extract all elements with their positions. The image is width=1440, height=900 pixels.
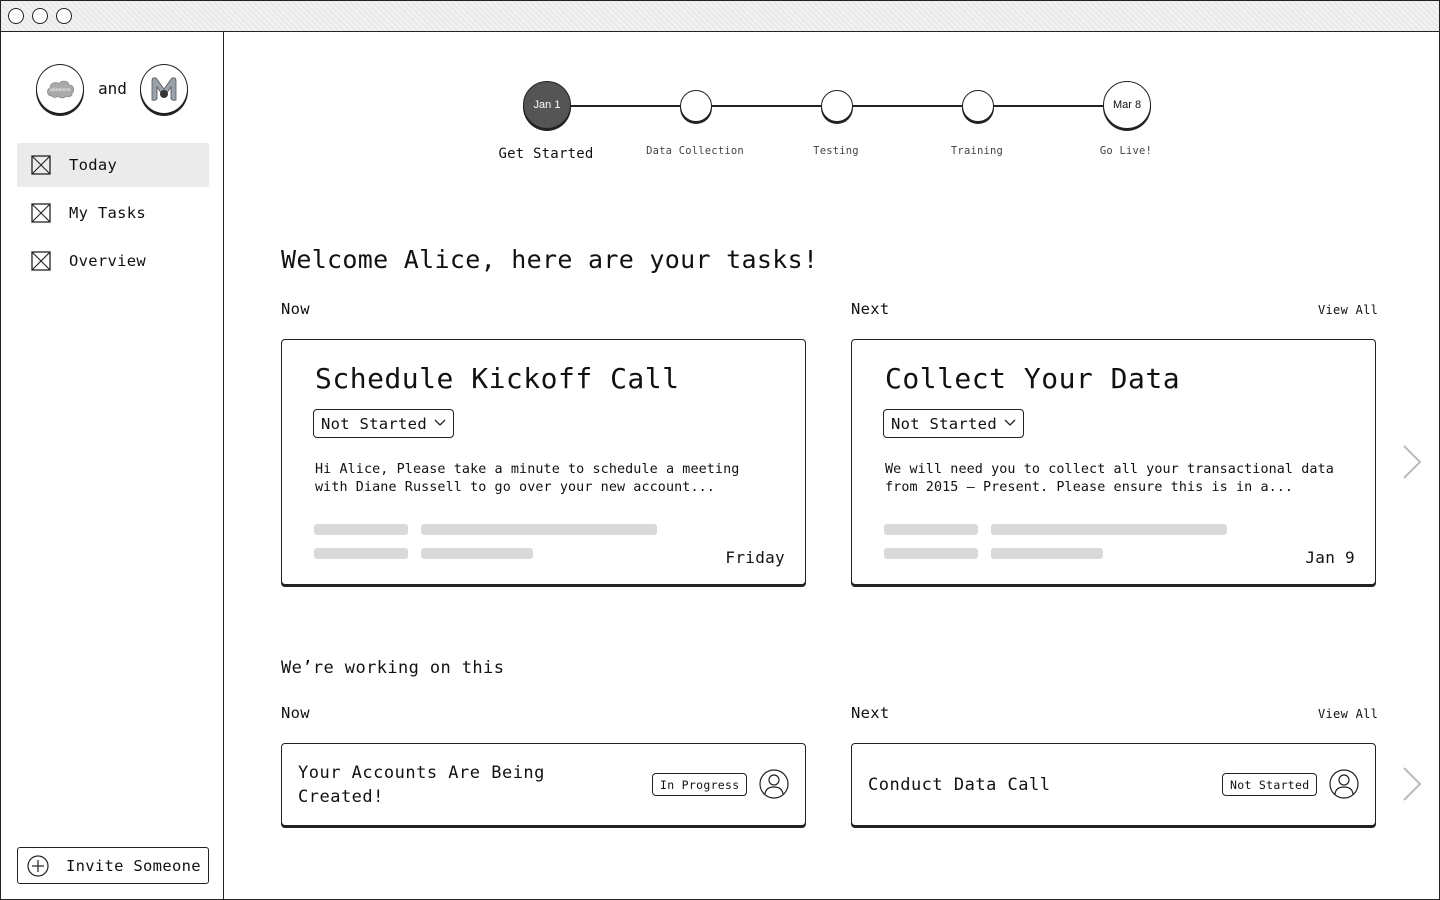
chevron-right-icon[interactable]: [1401, 444, 1423, 480]
placeholder-image-icon: [31, 203, 51, 223]
step-label-training: Training: [950, 145, 1004, 157]
step-label-testing: Testing: [813, 145, 859, 157]
step-node-training[interactable]: [962, 90, 994, 122]
sidebar-item-label: Today: [69, 156, 118, 174]
sidebar-item-today[interactable]: Today: [17, 143, 209, 187]
title-bar: [1, 1, 1439, 32]
working-section-heading: We’re working on this: [281, 658, 505, 678]
step-label-go-live: Go Live!: [1099, 145, 1153, 157]
status-dropdown[interactable]: Not Started: [883, 409, 1024, 438]
sidebar-item-label: My Tasks: [69, 204, 147, 222]
close-window-button[interactable]: [8, 8, 24, 24]
task-card-due-date: Friday: [725, 548, 785, 567]
step-node-date: Jan 1: [533, 99, 561, 111]
chevron-down-icon: [434, 419, 446, 426]
placeholder-bar: [314, 548, 408, 559]
now-section-label: Now: [281, 300, 310, 318]
next-section-label: Next: [851, 300, 890, 318]
step-node-go-live[interactable]: Mar 8: [1103, 81, 1151, 129]
status-dropdown[interactable]: Not Started: [313, 409, 454, 438]
step-label-get-started: Get Started: [498, 146, 594, 162]
partner-logo: [140, 64, 188, 114]
task-card-due-date: Jan 9: [1305, 548, 1355, 567]
salesforce-logo: salesforce: [36, 64, 84, 114]
status-badge: In Progress: [652, 773, 748, 796]
task-card[interactable]: Collect Your Data Not Started We will ne…: [851, 339, 1376, 585]
invite-someone-label: Invite Someone: [66, 856, 201, 875]
status-badge: Not Started: [1222, 773, 1318, 796]
step-node-get-started[interactable]: Jan 1: [523, 81, 571, 129]
placeholder-bar: [884, 548, 978, 559]
sidebar-item-label: Overview: [69, 252, 147, 270]
sidebar-item-my-tasks[interactable]: My Tasks: [17, 191, 209, 235]
invite-someone-button[interactable]: Invite Someone: [17, 847, 209, 884]
placeholder-bar: [991, 548, 1103, 559]
task-card-title: Schedule Kickoff Call: [315, 362, 680, 395]
now-section-label: Now: [281, 704, 310, 722]
step-label-data-collection: Data Collection: [646, 145, 744, 157]
step-node-date: Mar 8: [1112, 99, 1142, 111]
status-dropdown-value: Not Started: [891, 414, 997, 433]
placeholder-bar: [991, 524, 1227, 535]
svg-text:salesforce: salesforce: [50, 87, 71, 92]
placeholder-bar: [421, 524, 657, 535]
plus-circle-icon: [27, 855, 49, 877]
task-card-description: Hi Alice, Please take a minute to schedu…: [315, 462, 740, 495]
app-window: salesforce and Today My Tasks Overview I…: [0, 0, 1440, 900]
task-card[interactable]: Schedule Kickoff Call Not Started Hi Ali…: [281, 339, 806, 585]
placeholder-image-icon: [31, 251, 51, 271]
sidebar: salesforce and Today My Tasks Overview I…: [1, 32, 224, 899]
minimize-window-button[interactable]: [32, 8, 48, 24]
m-logo-icon: [151, 77, 177, 101]
placeholder-bar: [421, 548, 533, 559]
work-item-title: Your Accounts Are Being Created!: [298, 763, 545, 807]
chevron-down-icon: [1004, 419, 1016, 426]
placeholder-bar: [884, 524, 978, 535]
chevron-right-icon[interactable]: [1401, 766, 1423, 802]
next-section-label: Next: [851, 704, 890, 722]
onboarding-stepper: Jan 1 Mar 8 Get Started Data Collection …: [481, 71, 1181, 171]
step-node-data-collection[interactable]: [680, 90, 712, 122]
view-all-tasks-link[interactable]: View All: [1318, 303, 1378, 317]
maximize-window-button[interactable]: [56, 8, 72, 24]
work-item-card[interactable]: Your Accounts Are Being Created! In Prog…: [281, 743, 806, 826]
status-dropdown-value: Not Started: [321, 414, 427, 433]
page-title: Welcome Alice, here are your tasks!: [281, 245, 819, 274]
partner-logos: salesforce and: [36, 64, 191, 116]
placeholder-image-icon: [31, 155, 51, 175]
task-card-title: Collect Your Data: [885, 362, 1181, 395]
task-card-description: We will need you to collect all your tra…: [885, 462, 1334, 495]
cloud-logo-icon: salesforce: [47, 80, 75, 99]
placeholder-bar: [314, 524, 408, 535]
work-item-card[interactable]: Conduct Data Call Not Started: [851, 743, 1376, 826]
work-item-title: Conduct Data Call: [868, 775, 1051, 795]
user-avatar-icon[interactable]: [759, 769, 789, 799]
view-all-working-link[interactable]: View All: [1318, 707, 1378, 721]
sidebar-item-overview[interactable]: Overview: [17, 239, 209, 283]
stepper-track: [569, 105, 1144, 107]
step-node-testing[interactable]: [821, 90, 853, 122]
logo-connector-text: and: [98, 79, 127, 98]
user-avatar-icon[interactable]: [1329, 769, 1359, 799]
